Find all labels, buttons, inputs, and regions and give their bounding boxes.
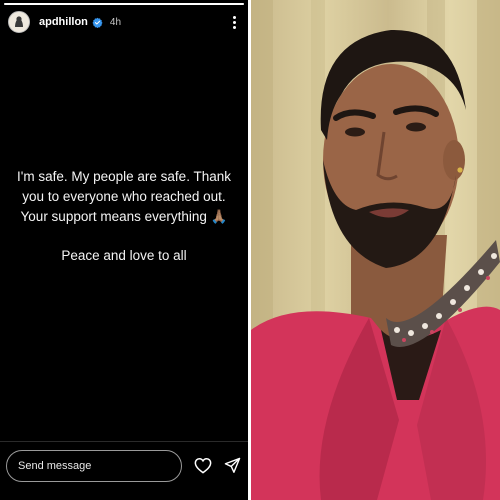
portrait-illustration bbox=[251, 0, 500, 500]
story-message-line: Your support means everything 🙏🏽 bbox=[20, 209, 228, 224]
story-message-line: I'm safe. My people are safe. Thank bbox=[17, 169, 231, 184]
story-header: apdhillon 4h bbox=[8, 10, 240, 34]
story-timestamp: 4h bbox=[109, 16, 122, 28]
heart-icon[interactable] bbox=[194, 457, 212, 478]
send-icon[interactable] bbox=[224, 457, 241, 478]
story-message-line: you to everyone who reached out. bbox=[22, 189, 226, 204]
story-message-footer: Peace and love to all bbox=[61, 248, 187, 263]
portrait-photo bbox=[251, 0, 500, 500]
story-reply-bar: Send message bbox=[0, 441, 248, 500]
story-panel: apdhillon 4h I'm safe. My people are saf… bbox=[0, 0, 248, 500]
story-progress-bar bbox=[4, 3, 244, 5]
avatar[interactable] bbox=[8, 11, 30, 33]
story-message: I'm safe. My people are safe. Thank you … bbox=[0, 167, 248, 266]
send-message-input[interactable]: Send message bbox=[6, 450, 182, 482]
more-options-icon[interactable] bbox=[229, 14, 240, 31]
story-username[interactable]: apdhillon bbox=[39, 16, 88, 28]
verified-badge-icon bbox=[92, 17, 103, 28]
avatar-image bbox=[9, 12, 29, 32]
story-progress-fill bbox=[4, 3, 244, 5]
